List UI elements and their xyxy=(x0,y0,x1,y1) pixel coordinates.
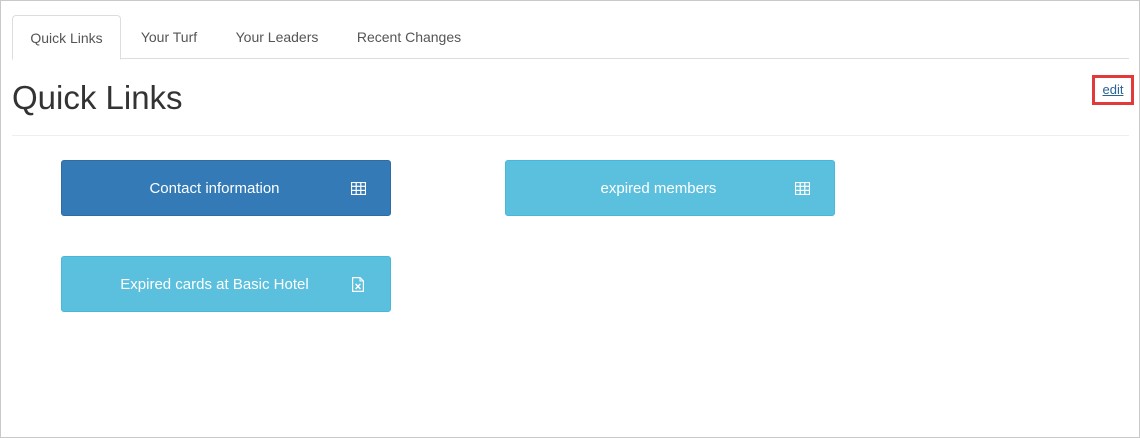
table-icon xyxy=(350,180,366,196)
tab-bar: Quick Links Your Turf Your Leaders Recen… xyxy=(12,15,1129,60)
tab-recent-changes[interactable]: Recent Changes xyxy=(337,15,481,59)
button-label: Expired cards at Basic Hotel xyxy=(120,275,309,293)
edit-highlight-box: edit xyxy=(1092,75,1134,105)
contact-information-button[interactable]: Contact information xyxy=(61,160,391,216)
expired-members-button[interactable]: expired members xyxy=(505,160,835,216)
excel-file-icon xyxy=(350,276,366,292)
edit-link[interactable]: edit xyxy=(1103,83,1124,97)
button-label: Contact information xyxy=(149,179,280,197)
tab-your-leaders[interactable]: Your Leaders xyxy=(217,15,337,59)
tab-your-turf[interactable]: Your Turf xyxy=(121,15,217,59)
table-icon xyxy=(794,180,810,196)
tab-quick-links[interactable]: Quick Links xyxy=(12,15,121,60)
title-divider xyxy=(12,135,1129,136)
quick-links-panel: Quick Links Your Turf Your Leaders Recen… xyxy=(0,0,1140,438)
button-label: expired members xyxy=(600,179,717,197)
page-title: Quick Links xyxy=(12,79,183,116)
expired-cards-button[interactable]: Expired cards at Basic Hotel xyxy=(61,256,391,312)
